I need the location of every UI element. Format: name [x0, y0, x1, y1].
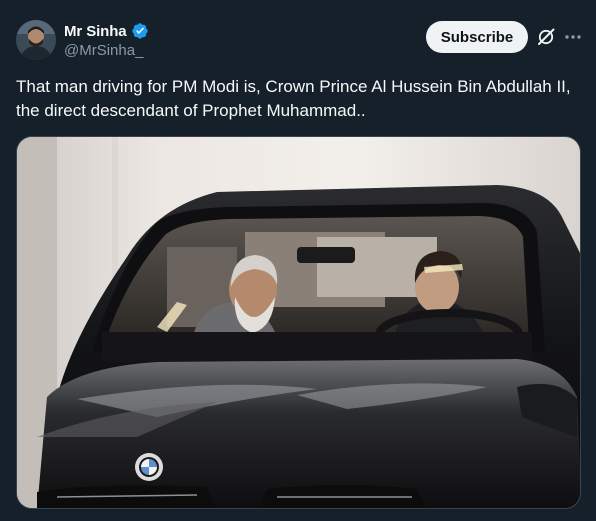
author-name-row: Mr Sinha: [64, 22, 149, 40]
tweet-media-photo[interactable]: [16, 136, 581, 509]
tweet-text: That man driving for PM Modi is, Crown P…: [16, 77, 571, 120]
subscribe-button[interactable]: Subscribe: [426, 21, 528, 53]
tweet-post: Mr Sinha @MrSinha_ Subscribe That man dr…: [0, 0, 596, 521]
author-handle[interactable]: @MrSinha_: [64, 42, 143, 59]
more-dots-icon[interactable]: [563, 27, 583, 47]
author-avatar[interactable]: [16, 20, 56, 60]
author-display-name[interactable]: Mr Sinha: [64, 23, 127, 40]
grok-icon[interactable]: [536, 27, 556, 47]
verified-badge-icon: [131, 22, 149, 40]
